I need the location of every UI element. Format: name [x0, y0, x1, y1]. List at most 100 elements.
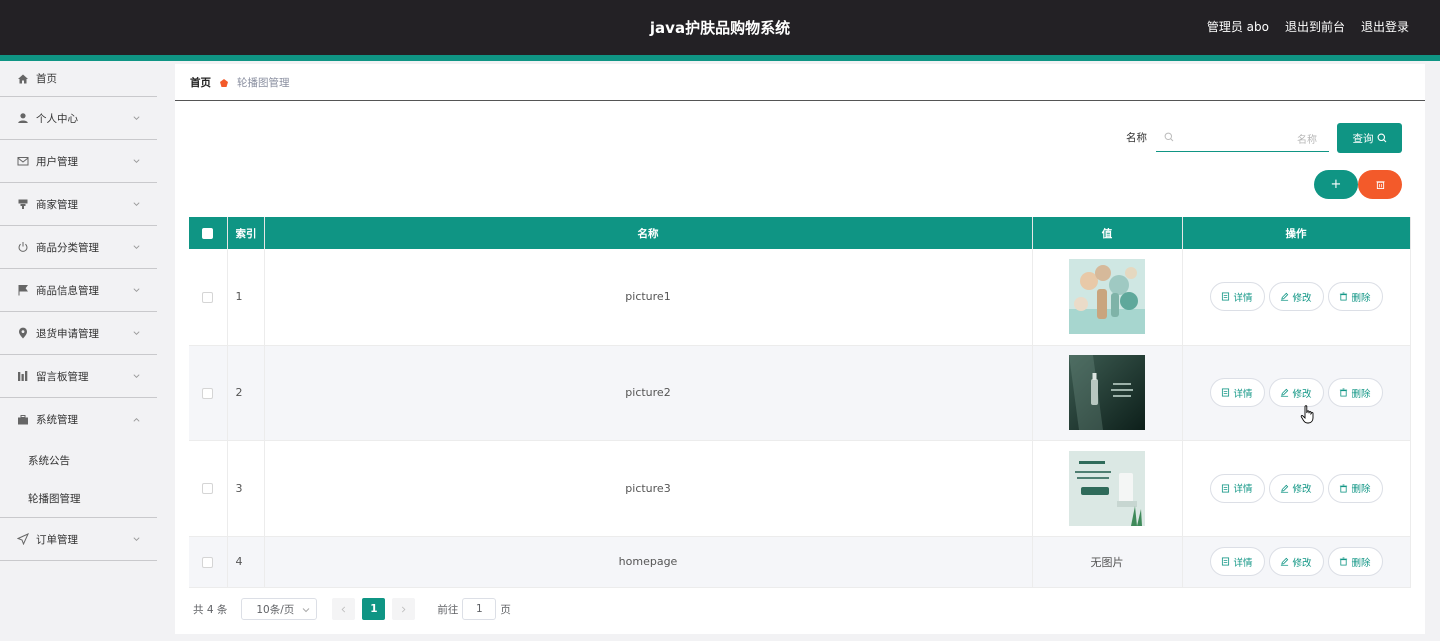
detail-button[interactable]: 详情: [1209, 378, 1265, 407]
sidebar-item-order-management[interactable]: 订单管理: [0, 518, 157, 561]
prev-page-button[interactable]: [332, 598, 356, 620]
row-actions: 详情 修改 删除: [1182, 536, 1411, 588]
document-icon: [1222, 388, 1230, 397]
breadcrumb-separator-icon: [220, 78, 228, 87]
delete-button[interactable]: 删除: [1327, 473, 1383, 503]
select-all-checkbox[interactable]: [202, 227, 214, 239]
page-number-current[interactable]: 1: [362, 598, 386, 620]
sidebar-item-category-management[interactable]: 商品分类管理: [0, 226, 157, 269]
document-icon: [1222, 292, 1230, 301]
sidebar-item-label: 个人中心: [36, 112, 78, 125]
edit-label: 修改: [1292, 292, 1312, 304]
edit-button[interactable]: 修改: [1268, 473, 1324, 503]
sidebar-item-user-management[interactable]: 用户管理: [0, 140, 157, 183]
row-select-cell: [189, 249, 228, 346]
sidebar-item-message-board[interactable]: 留言板管理: [0, 355, 157, 398]
sidebar-subitem-carousel[interactable]: 轮播图管理: [0, 479, 157, 517]
main-content: 首页 轮播图管理 名称 名称 查询 + 索引 名称 值 操作 1 picture…: [175, 64, 1425, 634]
search-label: 名称: [1126, 132, 1147, 144]
sidebar-item-label: 商家管理: [36, 198, 78, 211]
sidebar-item-label: 首页: [36, 73, 57, 85]
carousel-table: 索引 名称 值 操作 1 picture1 详情 修改 删除 2 picture…: [189, 217, 1411, 588]
sidebar-item-label: 用户管理: [36, 155, 78, 168]
row-checkbox[interactable]: [202, 483, 214, 494]
select-all-cell: [189, 217, 228, 249]
edit-button[interactable]: 修改: [1268, 547, 1324, 576]
logout-link[interactable]: 退出登录: [1361, 18, 1409, 35]
shop-icon: [17, 198, 29, 210]
sidebar-item-system-management[interactable]: 系统管理: [0, 398, 157, 441]
detail-label: 详情: [1233, 388, 1253, 400]
carousel-image-thumbnail[interactable]: [1069, 259, 1145, 335]
search-icon: [1164, 132, 1174, 142]
sidebar-item-merchant-management[interactable]: 商家管理: [0, 183, 157, 226]
delete-label: 删除: [1351, 388, 1371, 400]
carousel-image-thumbnail[interactable]: [1069, 450, 1145, 526]
hand-cursor-icon: [1300, 405, 1314, 424]
chevron-down-icon: [133, 288, 140, 292]
delete-button[interactable]: 删除: [1327, 547, 1383, 576]
next-page-button[interactable]: [392, 598, 416, 620]
exit-to-front-link[interactable]: 退出到前台: [1285, 18, 1345, 35]
page-size-select[interactable]: 10条/页: [241, 598, 318, 620]
header-index: 索引: [227, 217, 265, 249]
delete-button[interactable]: 删除: [1327, 378, 1383, 407]
query-button[interactable]: 查询: [1337, 123, 1402, 153]
breadcrumb-current: 轮播图管理: [237, 77, 290, 89]
trash-icon: [1340, 483, 1348, 493]
sidebar-item-label: 退货申请管理: [36, 327, 99, 340]
row-checkbox[interactable]: [202, 291, 214, 303]
power-icon: [17, 241, 29, 253]
edit-button[interactable]: 修改: [1268, 282, 1324, 312]
row-value: [1032, 345, 1183, 441]
row-select-cell: [189, 440, 228, 537]
sidebar-item-label: 商品分类管理: [36, 241, 99, 254]
add-button[interactable]: +: [1314, 170, 1358, 199]
edit-icon: [1281, 388, 1289, 397]
sidebar-item-home[interactable]: 首页: [0, 61, 157, 97]
detail-button[interactable]: 详情: [1209, 547, 1265, 576]
search-form: 名称 名称: [1126, 123, 1329, 152]
detail-button[interactable]: 详情: [1209, 473, 1265, 503]
sidebar-item-label: 留言板管理: [36, 370, 89, 383]
admin-name[interactable]: 管理员 abo: [1207, 18, 1269, 35]
trash-icon: [1340, 388, 1348, 397]
user-icon: [17, 112, 29, 124]
detail-button[interactable]: 详情: [1209, 282, 1265, 312]
chevron-down-icon: [133, 331, 140, 335]
query-button-label: 查询: [1352, 132, 1374, 145]
search-input[interactable]: 名称: [1156, 123, 1329, 152]
row-select-cell: [189, 536, 228, 588]
delete-button[interactable]: 删除: [1327, 282, 1383, 312]
breadcrumb-divider: [175, 100, 1425, 101]
edit-button[interactable]: 修改: [1268, 378, 1324, 407]
batch-delete-button[interactable]: [1358, 170, 1402, 199]
row-name: homepage: [264, 536, 1033, 588]
row-checkbox[interactable]: [202, 556, 214, 568]
row-index: 3: [227, 440, 265, 537]
header-actions: 操作: [1182, 217, 1411, 249]
row-actions: 详情 修改 删除: [1182, 345, 1411, 441]
header-value: 值: [1032, 217, 1183, 249]
edit-label: 修改: [1292, 388, 1312, 400]
chevron-down-icon: [133, 202, 140, 206]
edit-label: 修改: [1292, 484, 1312, 495]
sidebar-item-label: 系统管理: [36, 414, 78, 426]
header-actions: 管理员 abo 退出到前台 退出登录: [1207, 18, 1409, 35]
search-icon: [1377, 133, 1386, 143]
carousel-image-thumbnail[interactable]: [1069, 355, 1145, 430]
plus-icon: +: [1330, 177, 1342, 192]
goto-page-input[interactable]: [462, 598, 497, 620]
sidebar-item-personal-center[interactable]: 个人中心: [0, 97, 157, 140]
sidebar-item-product-info[interactable]: 商品信息管理: [0, 269, 157, 312]
breadcrumb-home[interactable]: 首页: [190, 75, 211, 90]
row-checkbox[interactable]: [202, 387, 214, 399]
detail-label: 详情: [1233, 484, 1253, 495]
table-row: 4 homepage 无图片 详情 修改 删除: [189, 536, 1411, 588]
sidebar-item-return-requests[interactable]: 退货申请管理: [0, 312, 157, 355]
sidebar-subitem-announcements[interactable]: 系统公告: [0, 441, 157, 479]
chevron-down-icon: [133, 116, 140, 120]
home-icon: [17, 73, 29, 85]
delete-label: 删除: [1351, 292, 1371, 304]
chevron-up-icon: [133, 417, 140, 422]
